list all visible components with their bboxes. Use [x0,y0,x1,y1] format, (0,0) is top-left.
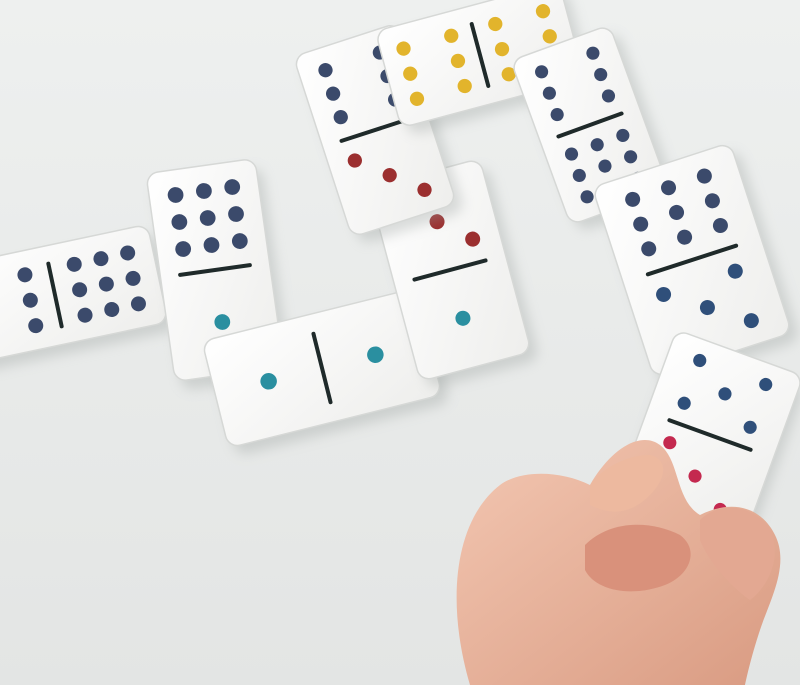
domino-photo [0,0,800,685]
